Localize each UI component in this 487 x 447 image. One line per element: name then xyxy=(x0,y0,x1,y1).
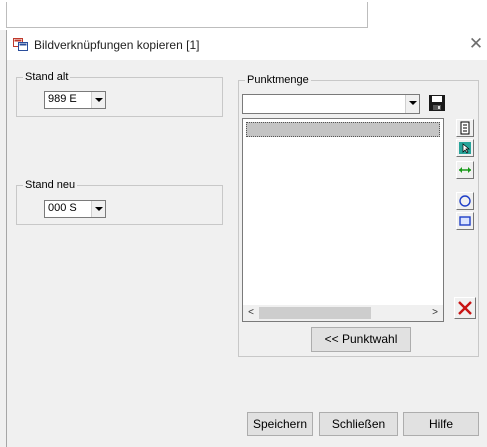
scroll-left-icon[interactable]: < xyxy=(243,305,259,321)
stand-neu-select[interactable]: 000 S xyxy=(44,200,106,218)
horizontal-scrollbar[interactable]: < > xyxy=(243,305,443,321)
clipboard-icon xyxy=(460,121,470,135)
scroll-right-icon[interactable]: > xyxy=(427,305,443,321)
stand-neu-label: Stand neu xyxy=(23,179,78,191)
background-field xyxy=(6,2,368,28)
stand-neu-value: 000 S xyxy=(48,202,77,214)
rectangle-select-button[interactable] xyxy=(456,212,474,230)
save-button-bottom[interactable]: Speichern xyxy=(247,412,313,436)
stand-neu-group: Stand neu 000 S xyxy=(16,179,223,225)
punktmenge-label: Punktmenge xyxy=(245,74,311,86)
stand-alt-select[interactable]: 989 E xyxy=(44,91,106,109)
title-bar: Bildverknüpfungen kopieren [1] ✕ xyxy=(7,30,487,60)
horizontal-arrow-icon xyxy=(459,167,471,173)
chevron-down-icon[interactable] xyxy=(91,92,105,108)
stand-alt-label: Stand alt xyxy=(23,71,71,83)
stand-alt-value: 989 E xyxy=(48,93,77,105)
horizontal-arrow-button[interactable] xyxy=(456,161,474,179)
chevron-down-icon[interactable] xyxy=(91,201,105,217)
close-button[interactable]: Schließen xyxy=(319,412,398,436)
delete-x-icon xyxy=(458,301,472,315)
list-item[interactable] xyxy=(246,122,440,137)
punktmenge-list[interactable]: < > xyxy=(242,118,444,322)
circle-icon xyxy=(459,195,471,207)
pointer-select-icon xyxy=(459,142,471,154)
save-button[interactable] xyxy=(427,93,447,113)
floppy-disk-icon xyxy=(429,95,445,111)
stand-alt-group: Stand alt 989 E xyxy=(16,71,223,117)
punktwahl-button[interactable]: << Punktwahl xyxy=(311,327,411,352)
select-point-button[interactable] xyxy=(456,139,474,157)
clipboard-button[interactable] xyxy=(456,119,474,137)
help-button[interactable]: Hilfe xyxy=(403,412,479,436)
rectangle-icon xyxy=(459,216,471,226)
delete-button[interactable] xyxy=(454,297,476,319)
circle-select-button[interactable] xyxy=(456,192,474,210)
copy-links-icon xyxy=(13,38,28,51)
punktmenge-select[interactable] xyxy=(242,94,420,114)
window-title: Bildverknüpfungen kopieren [1] xyxy=(34,38,200,52)
background-strip xyxy=(0,0,487,30)
scroll-thumb[interactable] xyxy=(259,307,371,319)
close-icon[interactable]: ✕ xyxy=(467,34,485,54)
chevron-down-icon[interactable] xyxy=(405,95,419,113)
